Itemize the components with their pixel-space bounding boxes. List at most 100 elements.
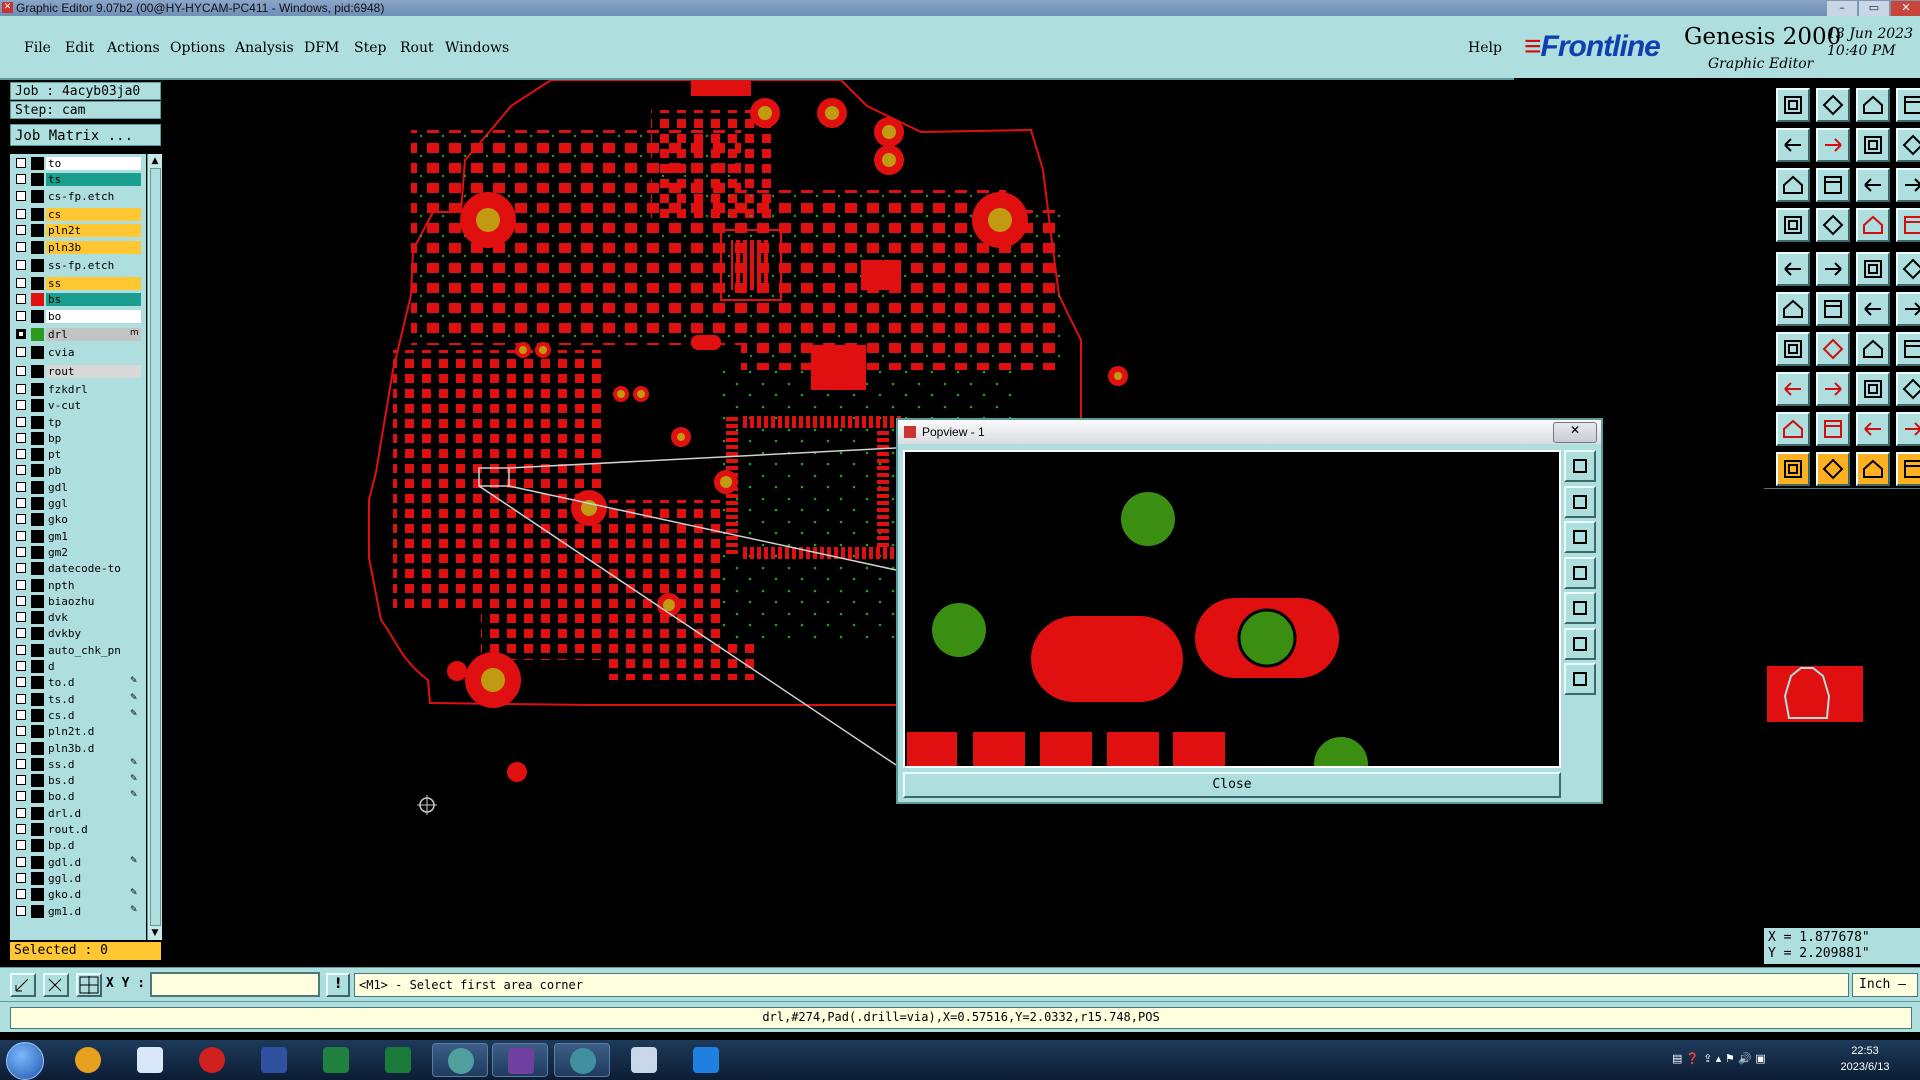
layer-checkbox[interactable] [16, 872, 26, 883]
layer-checkbox[interactable] [16, 241, 26, 252]
move-right-tool-button[interactable] [1816, 128, 1850, 162]
layer-row-ss.d[interactable]: ss.d ✎ [10, 757, 146, 772]
angle-tool-button[interactable] [1776, 332, 1810, 366]
script-tool-button[interactable] [1896, 128, 1920, 162]
layer-name[interactable]: bp.d [46, 839, 141, 853]
layer-name[interactable]: drl [46, 328, 141, 341]
arc-tool-button[interactable] [1856, 332, 1890, 366]
layer-row-npth[interactable]: npth [10, 578, 146, 593]
trace-tool-button[interactable] [1816, 372, 1850, 406]
layer-row-tp[interactable]: tp [10, 415, 146, 430]
connect-tool-button[interactable] [1856, 292, 1890, 326]
menu-dfm[interactable]: DFM [304, 40, 339, 56]
alert-icon[interactable]: ! [326, 973, 350, 997]
taskbar-app-notepad[interactable] [122, 1043, 178, 1077]
layer-name[interactable]: ss-fp.etch [46, 258, 141, 272]
units-select[interactable]: Inch — [1852, 973, 1918, 997]
layer-checkbox[interactable] [16, 661, 26, 671]
menu-help[interactable]: Help [1468, 40, 1502, 56]
maximize-button[interactable]: ▭ [1858, 0, 1890, 17]
layer-row-bp.d[interactable]: bp.d [10, 838, 146, 853]
help-tool-button[interactable] [1896, 168, 1920, 202]
layer-row-drl[interactable]: drl m [10, 327, 146, 342]
layer-checkbox[interactable] [16, 347, 26, 358]
taskbar-app-arrow[interactable] [678, 1043, 734, 1077]
layer-checkbox[interactable] [16, 158, 26, 168]
layer-checkbox[interactable] [16, 905, 26, 916]
layer-name[interactable]: drl.d [46, 806, 141, 820]
layer-name[interactable]: pln3b [46, 240, 141, 254]
layer-row-cs[interactable]: cs [10, 207, 146, 222]
layer-name[interactable]: pln2t [46, 224, 141, 238]
layer-name[interactable]: fzkdrl [46, 382, 141, 396]
layer-checkbox[interactable] [16, 294, 26, 305]
menu-analysis[interactable]: Analysis [235, 40, 294, 56]
polygon-tool-button[interactable] [1776, 412, 1810, 446]
layer-name[interactable]: gko [46, 513, 141, 527]
save-tool-button[interactable] [1816, 88, 1850, 122]
layer-row-bo.d[interactable]: bo.d ✎ [10, 789, 146, 804]
a-shape-tool-button[interactable] [1856, 412, 1890, 446]
layer-name[interactable]: gm1.d [46, 904, 141, 918]
popview-zoom-fit-button[interactable] [1564, 450, 1596, 482]
menu-file[interactable]: File [24, 40, 51, 56]
delta-tool-button[interactable] [1896, 412, 1920, 446]
taskbar-app-excel[interactable] [370, 1043, 426, 1077]
layer-row-rout[interactable]: rout [10, 364, 146, 379]
layer-name[interactable]: dvkby [46, 627, 141, 641]
layer-row-dvkby[interactable]: dvkby [10, 626, 146, 641]
layer-row-cvia[interactable]: cvia [10, 345, 146, 360]
layer-checkbox[interactable] [16, 742, 26, 753]
layer-row-gdl[interactable]: gdl [10, 480, 146, 495]
layer-checkbox[interactable] [16, 677, 26, 688]
taskbar-app-notes[interactable] [616, 1043, 672, 1077]
layer-name[interactable]: cs [46, 207, 141, 221]
layer-checkbox[interactable] [16, 840, 26, 851]
system-tray[interactable]: ▤ ❓ ⇪ ▴ ⚑ 🔊 ▣ [1672, 1052, 1766, 1065]
layer-name[interactable]: dvk [46, 611, 141, 625]
layer-checkbox[interactable] [16, 449, 26, 460]
taskbar-app-p[interactable] [308, 1043, 364, 1077]
layer-name[interactable]: gdl.d [46, 855, 141, 869]
layer-row-gko.d[interactable]: gko.d ✎ [10, 887, 146, 902]
popview-pan-up-button[interactable] [1564, 628, 1596, 660]
minimize-button[interactable]: – [1826, 0, 1858, 17]
open-tool-button[interactable] [1776, 88, 1810, 122]
layer-row-v-cut[interactable]: v-cut [10, 398, 146, 413]
xy-input[interactable] [150, 972, 320, 997]
layer-name[interactable]: bs.d [46, 774, 141, 788]
layer-row-fzkdrl[interactable]: fzkdrl [10, 382, 146, 397]
layer-checkbox[interactable] [16, 310, 26, 321]
menu-step[interactable]: Step [354, 40, 386, 56]
layer-name[interactable]: gko.d [46, 888, 141, 902]
layer-row-ggl.d[interactable]: ggl.d [10, 871, 146, 886]
layer-row-to.d[interactable]: to.d ✎ [10, 675, 146, 690]
window-tool-button[interactable] [1896, 88, 1920, 122]
layer-checkbox[interactable] [16, 208, 26, 219]
taskbar-app-eye[interactable] [432, 1043, 488, 1077]
layer-name[interactable]: ss [46, 277, 141, 291]
layer-row-cs-fp.etch[interactable]: cs-fp.etch [10, 189, 146, 204]
layer-name[interactable]: bs [46, 293, 141, 307]
menu-rout[interactable]: Rout [400, 40, 434, 56]
layer-name[interactable]: pln2t.d [46, 725, 141, 739]
layer-checkbox[interactable] [16, 278, 26, 289]
window-close-button[interactable]: ✕ [1890, 0, 1920, 17]
node-tool-button[interactable] [1776, 292, 1810, 326]
taskbar-app-viewer[interactable] [554, 1043, 610, 1077]
scroll-thumb[interactable] [150, 168, 161, 926]
layer-checkbox[interactable] [16, 329, 26, 339]
layer-checkbox[interactable] [16, 628, 26, 639]
layer-checkbox[interactable] [16, 612, 26, 623]
layer-name[interactable]: cs-fp.etch [46, 189, 141, 203]
popview-pan-right-button[interactable] [1564, 592, 1596, 624]
layer-row-pt[interactable]: pt [10, 447, 146, 462]
pan-tool-button[interactable] [1816, 168, 1850, 202]
line-tool-button[interactable] [1816, 332, 1850, 366]
swap-tool-button[interactable] [1856, 128, 1890, 162]
dot-tool-button[interactable] [1896, 252, 1920, 286]
layer-name[interactable]: bp [46, 431, 141, 445]
layer-row-pln3b[interactable]: pln3b [10, 240, 146, 255]
pointer-alt-tool-button[interactable] [1816, 452, 1850, 486]
layer-name[interactable]: ss.d [46, 757, 141, 771]
